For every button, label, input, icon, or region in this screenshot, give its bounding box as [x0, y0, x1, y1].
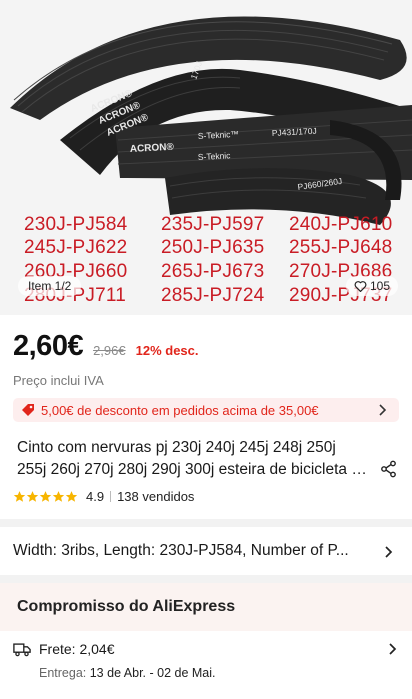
- section-divider: [0, 575, 412, 583]
- belt-print: S-Teknic: [198, 150, 232, 162]
- star-icon: [65, 491, 78, 502]
- price-row: 2,60€ 2,96€ 12% desc.: [13, 330, 199, 366]
- image-index-badge: Item 1/2: [18, 276, 82, 296]
- star-icon: [39, 491, 52, 502]
- sku-summary: Width: 3ribs, Length: 230J-PJ584, Number…: [13, 542, 349, 559]
- size-code: 240J-PJ610: [289, 214, 393, 235]
- star-icon: [13, 491, 26, 502]
- current-price: 2,60€: [13, 330, 84, 362]
- size-code: 265J-PJ673: [161, 261, 265, 282]
- discount-percent: 12% desc.: [135, 343, 199, 358]
- rating-value: 4.9: [86, 489, 105, 504]
- sku-selector[interactable]: Width: 3ribs, Length: 230J-PJ584, Number…: [13, 538, 399, 564]
- coupon-tag-icon: [22, 404, 34, 416]
- size-code: 245J-PJ622: [24, 237, 128, 258]
- wishlist-count: 105: [370, 279, 391, 293]
- product-title-line: 255j 260j 270j 280j 290j 300j esteira de…: [17, 461, 369, 478]
- rating-divider: [110, 491, 112, 502]
- product-title-line: Cinto com nervuras pj 230j 240j 245j 248…: [17, 439, 336, 456]
- delivery-estimate: Entrega: 13 de Abr. - 02 de Mai.: [39, 666, 216, 680]
- star-icon: [52, 491, 65, 502]
- belt-print: ACRON®: [130, 142, 175, 155]
- size-code: 255J-PJ648: [289, 237, 393, 258]
- size-code: 235J-PJ597: [161, 214, 265, 235]
- size-code: 230J-PJ584: [24, 214, 128, 235]
- coupon-text: 5,00€ de desconto em pedidos acima de 35…: [41, 402, 319, 418]
- product-image-gallery[interactable]: ACRON® ACRON® ACRON® S-Teknic™ PJ431/170…: [0, 0, 412, 315]
- commitment-header: Compromisso do AliExpress: [0, 583, 412, 631]
- rating-stars: [13, 490, 78, 503]
- size-code: 250J-PJ635: [161, 237, 265, 258]
- size-code: 285J-PJ724: [161, 285, 265, 306]
- share-icon[interactable]: [380, 460, 398, 478]
- original-price: 2,96€: [93, 343, 126, 358]
- wishlist-button[interactable]: 105: [346, 276, 399, 296]
- shipping-row[interactable]: Frete: 2,04€: [13, 637, 403, 661]
- rating-row[interactable]: 4.9 138 vendidos: [13, 489, 194, 504]
- product-title: Cinto com nervuras pj 230j 240j 245j 248…: [17, 437, 393, 481]
- sold-count: 138 vendidos: [117, 489, 195, 504]
- delivery-label: Entrega:: [39, 666, 90, 680]
- shipping-cost: Frete: 2,04€: [39, 641, 115, 657]
- section-divider: [0, 519, 412, 527]
- commitment-title: Compromisso do AliExpress: [17, 598, 236, 615]
- delivery-dates: 13 de Abr. - 02 de Mai.: [89, 666, 216, 680]
- heart-outline-icon: [354, 281, 367, 292]
- tax-note: Preço inclui IVA: [13, 373, 104, 388]
- chevron-right-icon: [389, 643, 397, 655]
- truck-icon: [13, 642, 31, 656]
- coupon-banner[interactable]: 5,00€ de desconto em pedidos acima de 35…: [13, 398, 399, 422]
- chevron-right-icon: [385, 546, 393, 558]
- star-icon: [26, 491, 39, 502]
- chevron-right-icon: [379, 404, 387, 416]
